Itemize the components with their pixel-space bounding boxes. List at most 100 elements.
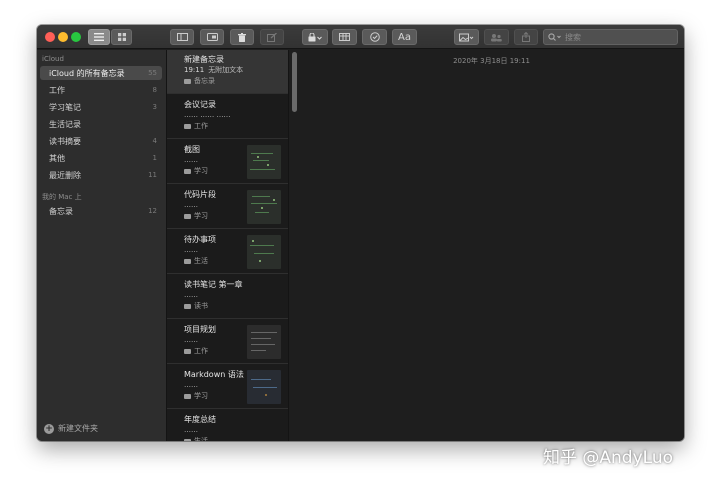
note-item-selected[interactable]: 新建备忘录 19:11 无附加文本 备忘录 <box>167 50 288 94</box>
folder-label: 其他 <box>49 153 65 163</box>
note-folder: 生活 <box>184 436 288 441</box>
delete-note-button[interactable] <box>230 29 254 45</box>
note-date: 2020年 3月18日 19:11 <box>453 57 530 65</box>
new-folder-button[interactable]: + 新建文件夹 <box>44 423 98 434</box>
note-title: 项目规划 <box>184 325 216 334</box>
share-icon <box>522 32 530 42</box>
add-people-button[interactable] <box>484 29 509 45</box>
trash-icon <box>238 32 246 42</box>
note-thumbnail <box>247 370 281 404</box>
new-note-button[interactable] <box>260 29 284 45</box>
note-title: 会议记录 <box>184 100 216 109</box>
lock-icon <box>308 32 322 41</box>
note-folder: 读书 <box>184 301 288 312</box>
note-preview: …… <box>184 291 198 299</box>
list-icon <box>94 33 104 41</box>
note-item[interactable]: 读书笔记 第一章 …… 读书 <box>167 275 288 319</box>
note-meta: 19:11 无附加文本 <box>184 65 284 76</box>
folder-notes-local[interactable]: 备忘录 12 <box>40 204 162 218</box>
local-section-header: 我的 Mac 上 <box>42 193 82 201</box>
search-field[interactable] <box>543 29 678 45</box>
folder-icloud-all-notes[interactable]: iCloud 的所有备忘录 55 <box>40 66 162 80</box>
folder-item[interactable]: 生活记录 <box>40 117 162 131</box>
folder-item[interactable]: 工作 8 <box>40 83 162 97</box>
note-title: 待办事项 <box>184 235 216 244</box>
folder-label: 最近删除 <box>49 170 81 180</box>
folder-icon <box>184 124 191 129</box>
folder-count: 4 <box>152 137 157 145</box>
add-people-icon <box>491 33 502 41</box>
folder-label: 学习笔记 <box>49 102 81 112</box>
folder-label: 工作 <box>49 85 65 95</box>
note-folder-label: 学习 <box>194 212 208 220</box>
folder-label: 备忘录 <box>49 206 73 216</box>
folder-item[interactable]: 学习笔记 3 <box>40 100 162 114</box>
note-thumbnail <box>247 145 281 179</box>
photo-icon <box>459 33 474 41</box>
note-folder-label: 备忘录 <box>194 77 215 85</box>
watermark: 知乎 @AndyLuo <box>543 448 674 468</box>
note-item[interactable]: Markdown 语法 …… 学习 <box>167 365 288 409</box>
media-button[interactable] <box>454 29 479 45</box>
folder-count: 3 <box>152 103 157 111</box>
folder-item[interactable]: 其他 1 <box>40 151 162 165</box>
note-folder-label: 工作 <box>194 122 208 130</box>
gallery-view-button[interactable] <box>111 29 132 45</box>
attachments-button[interactable] <box>200 29 224 45</box>
note-item[interactable]: 会议记录 …… …… …… 工作 <box>167 95 288 139</box>
checklist-button[interactable] <box>362 29 387 45</box>
plus-circle-icon: + <box>44 423 54 434</box>
note-item[interactable]: 截图 …… 学习 <box>167 140 288 184</box>
search-input[interactable] <box>565 32 675 42</box>
lock-note-button[interactable] <box>302 29 328 45</box>
folder-icon <box>184 259 191 264</box>
note-item[interactable]: 代码片段 …… 学习 <box>167 185 288 229</box>
note-preview: …… <box>184 336 198 344</box>
folder-count: 55 <box>148 69 157 77</box>
folder-label: iCloud 的所有备忘录 <box>49 68 125 78</box>
folder-item[interactable]: 读书摘要 4 <box>40 134 162 148</box>
notes-list-scrollbar[interactable] <box>292 52 297 112</box>
folder-count: 1 <box>152 154 157 162</box>
note-time: 19:11 <box>184 66 205 74</box>
title-bar[interactable]: Aa <box>37 25 684 49</box>
folder-icon <box>184 214 191 219</box>
format-button[interactable]: Aa <box>392 29 417 45</box>
note-title: 读书笔记 第一章 <box>184 280 243 289</box>
table-icon <box>339 33 350 41</box>
note-folder-label: 学习 <box>194 167 208 175</box>
note-folder-label: 生活 <box>194 257 208 265</box>
attachment-browser-icon <box>206 33 218 41</box>
folder-icon <box>184 439 191 441</box>
note-preview: …… …… …… <box>184 111 231 119</box>
folder-icon <box>184 79 191 84</box>
note-preview: …… <box>184 156 198 164</box>
close-window-button[interactable] <box>45 32 55 42</box>
grid-icon <box>117 33 126 41</box>
note-folder: 工作 <box>184 121 288 132</box>
checklist-icon <box>369 32 380 42</box>
note-preview: 无附加文本 <box>208 66 244 74</box>
insert-table-button[interactable] <box>332 29 357 45</box>
folder-count: 8 <box>152 86 157 94</box>
folder-icon <box>184 304 191 309</box>
folder-count: 11 <box>148 171 157 179</box>
note-item[interactable]: 年度总结 …… 生活 <box>167 410 288 441</box>
share-button[interactable] <box>514 29 538 45</box>
folder-recently-deleted[interactable]: 最近删除 11 <box>40 168 162 182</box>
toggle-sidebar-button[interactable] <box>170 29 194 45</box>
list-view-button[interactable] <box>88 29 110 45</box>
sidebar-icon <box>176 33 188 41</box>
search-icon <box>548 33 561 41</box>
note-editor[interactable]: 2020年 3月18日 19:11 <box>299 50 684 441</box>
note-title: Markdown 语法 <box>184 370 244 379</box>
note-preview: …… <box>184 246 198 254</box>
folder-count: 12 <box>148 207 157 215</box>
notes-window: Aa iCloud iCloud 的所有备忘录 55 工作 8 学习笔记 3 <box>37 25 684 441</box>
note-item[interactable]: 待办事项 …… 生活 <box>167 230 288 274</box>
maximize-window-button[interactable] <box>71 32 81 42</box>
note-folder-label: 生活 <box>194 437 208 441</box>
minimize-window-button[interactable] <box>58 32 68 42</box>
note-thumbnail <box>247 325 281 359</box>
note-item[interactable]: 项目规划 …… 工作 <box>167 320 288 364</box>
